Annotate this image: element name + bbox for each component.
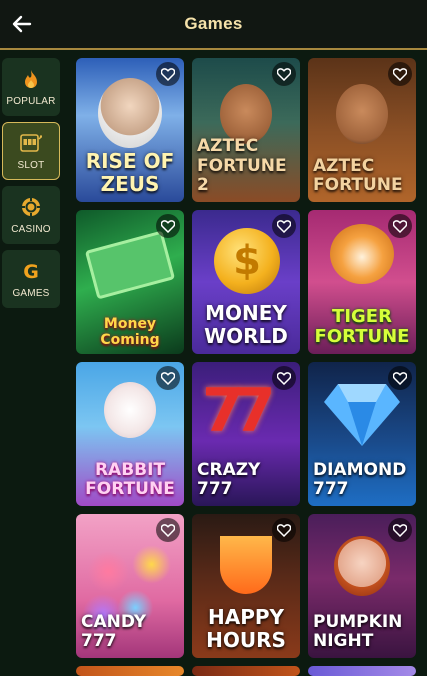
- game-title: PUMPKIN NIGHT: [313, 611, 403, 652]
- game-title: RISE OF ZEUS: [85, 149, 175, 196]
- sidebar-item-label: GAMES: [12, 287, 50, 299]
- flame-icon: [25, 69, 37, 88]
- chip-icon: [21, 197, 41, 216]
- favorite-button[interactable]: [272, 518, 296, 542]
- favorite-button[interactable]: [388, 518, 412, 542]
- game-title: Money Coming: [100, 315, 160, 348]
- top-bar: Games: [0, 0, 427, 50]
- heart-outline-icon: [393, 371, 407, 385]
- game-title: CANDY 777: [81, 611, 147, 652]
- game-title: HAPPY HOURS: [206, 605, 286, 652]
- favorite-button[interactable]: [156, 518, 180, 542]
- game-title: DIAMOND 777: [313, 459, 407, 500]
- heart-outline-icon: [277, 67, 291, 81]
- favorite-button[interactable]: [156, 62, 180, 86]
- favorite-button[interactable]: [388, 366, 412, 390]
- game-card-happy-hours[interactable]: HAPPY HOURS: [192, 514, 300, 658]
- game-card-rise-of-zeus[interactable]: RISE OF ZEUS: [76, 58, 184, 202]
- game-title: MONEY WORLD: [204, 301, 288, 348]
- game-title: RABBIT FORTUNE: [85, 459, 175, 500]
- game-card-rabbit-fortune[interactable]: RABBIT FORTUNE: [76, 362, 184, 506]
- game-thumbnail: [76, 666, 184, 676]
- favorite-button[interactable]: [272, 214, 296, 238]
- favorite-button[interactable]: [388, 62, 412, 86]
- game-title: TIGER FORTUNE: [314, 305, 410, 348]
- slot-machine-icon: [20, 133, 42, 152]
- game-title: AZTEC FORTUNE 2: [197, 136, 287, 196]
- arrow-left-icon: [12, 15, 32, 33]
- game-card-partial[interactable]: [308, 666, 416, 676]
- sidebar-item-label: SLOT: [17, 159, 45, 171]
- heart-outline-icon: [393, 67, 407, 81]
- game-card-tiger-fortune[interactable]: TIGER FORTUNE: [308, 210, 416, 354]
- game-card-candy-777[interactable]: CANDY 777: [76, 514, 184, 658]
- game-card-aztec-fortune[interactable]: AZTEC FORTUNE: [308, 58, 416, 202]
- game-card-diamond-777[interactable]: DIAMOND 777: [308, 362, 416, 506]
- favorite-button[interactable]: [272, 366, 296, 390]
- game-card-aztec-fortune-2[interactable]: AZTEC FORTUNE 2: [192, 58, 300, 202]
- game-card-crazy-777[interactable]: 77 CRAZY 777: [192, 362, 300, 506]
- game-card-partial[interactable]: [76, 666, 184, 676]
- sidebar-item-label: POPULAR: [6, 95, 56, 107]
- svg-text:G: G: [23, 261, 39, 281]
- heart-outline-icon: [161, 219, 175, 233]
- sidebar-item-popular[interactable]: POPULAR: [2, 58, 60, 116]
- game-title: CRAZY 777: [197, 459, 261, 500]
- back-button[interactable]: [8, 10, 36, 38]
- heart-outline-icon: [277, 219, 291, 233]
- page-title: Games: [184, 14, 243, 33]
- game-title: AZTEC FORTUNE: [313, 155, 403, 196]
- sidebar-item-label: CASINO: [11, 223, 51, 235]
- category-sidebar: POPULAR SLOT CASINO G GAMES: [2, 58, 60, 314]
- heart-outline-icon: [161, 523, 175, 537]
- sidebar-item-games[interactable]: G GAMES: [2, 250, 60, 308]
- heart-outline-icon: [393, 219, 407, 233]
- favorite-button[interactable]: [388, 214, 412, 238]
- sidebar-item-slot[interactable]: SLOT: [2, 122, 60, 180]
- game-thumbnail: [308, 666, 416, 676]
- sidebar-item-casino[interactable]: CASINO: [2, 186, 60, 244]
- heart-outline-icon: [277, 523, 291, 537]
- game-card-money-coming[interactable]: Money Coming: [76, 210, 184, 354]
- game-thumbnail: [192, 666, 300, 676]
- heart-outline-icon: [277, 371, 291, 385]
- game-card-money-world[interactable]: $ MONEY WORLD: [192, 210, 300, 354]
- heart-outline-icon: [161, 371, 175, 385]
- favorite-button[interactable]: [156, 214, 180, 238]
- game-card-pumpkin-night[interactable]: PUMPKIN NIGHT: [308, 514, 416, 658]
- game-card-partial[interactable]: [192, 666, 300, 676]
- favorite-button[interactable]: [272, 62, 296, 86]
- letter-g-icon: G: [23, 261, 39, 281]
- favorite-button[interactable]: [156, 366, 180, 390]
- heart-outline-icon: [393, 523, 407, 537]
- heart-outline-icon: [161, 67, 175, 81]
